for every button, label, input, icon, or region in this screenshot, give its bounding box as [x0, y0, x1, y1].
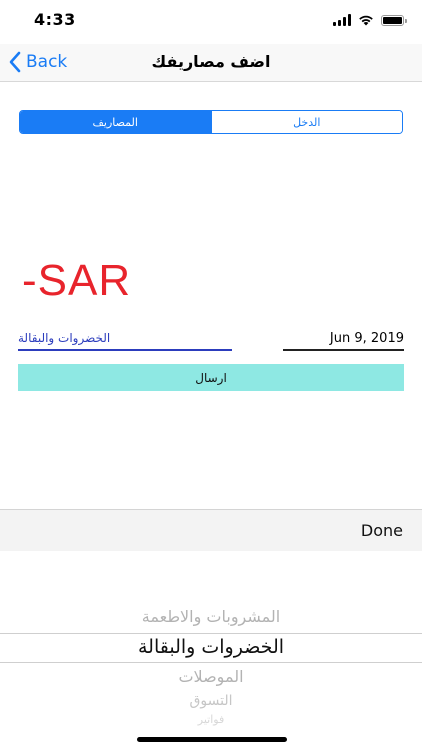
status-icons	[333, 13, 407, 27]
category-field[interactable]: الخضروات والبقالة	[18, 327, 232, 351]
segment-expenses[interactable]: المصاريف	[20, 111, 211, 133]
segment-income[interactable]: الدخل	[210, 111, 402, 133]
picker-row[interactable]: فواتير	[0, 713, 422, 726]
navigation-bar: Back اضف مصاريفك	[0, 44, 422, 82]
status-time: 4:33	[34, 10, 76, 29]
send-button[interactable]: ارسال	[18, 364, 404, 391]
battery-icon	[381, 14, 407, 26]
picker-row[interactable]: الموصلات	[0, 667, 422, 686]
status-bar: 4:33	[0, 0, 422, 44]
signal-icon	[333, 14, 351, 26]
done-button[interactable]: Done	[361, 521, 403, 540]
picker-row-selected[interactable]: الخضروات والبقالة	[0, 636, 422, 658]
date-field[interactable]: Jun 9, 2019	[283, 327, 404, 351]
picker-row[interactable]: التسوق	[0, 693, 422, 709]
wifi-icon	[359, 15, 373, 26]
amount-display[interactable]: -SAR	[22, 256, 131, 306]
segmented-control: المصاريف الدخل	[19, 110, 403, 134]
home-indicator	[137, 737, 287, 742]
picker-toolbar: Done	[0, 509, 422, 551]
page-title: اضف مصاريفك	[151, 52, 271, 71]
picker-row[interactable]: المشروبات والاطعمة	[0, 607, 422, 626]
